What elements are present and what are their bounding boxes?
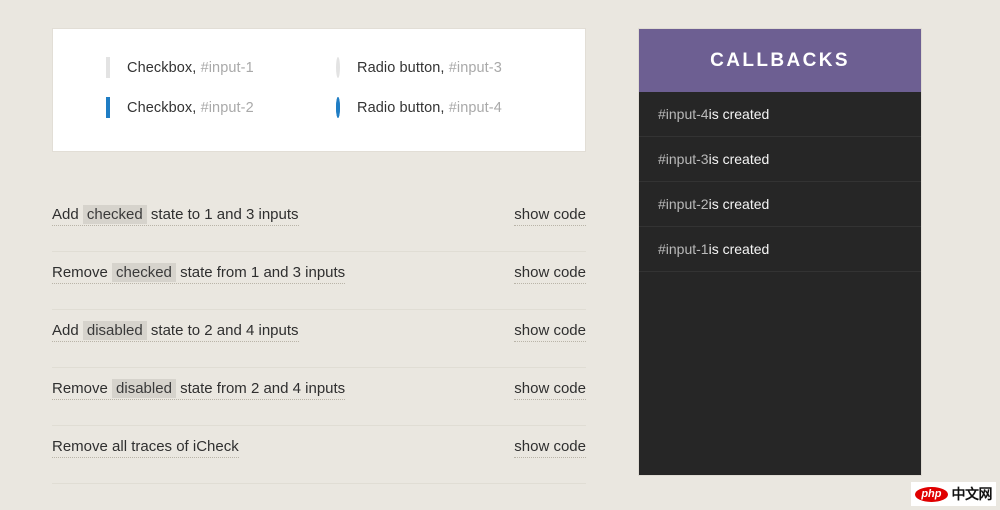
radio-item-input-4[interactable]: Radio button, #input-4	[336, 95, 576, 121]
callback-input-id: #input-1	[658, 241, 709, 257]
inputs-row-1: Checkbox, #input-1 Radio button, #input-…	[106, 55, 585, 81]
callback-message: is created	[708, 151, 770, 167]
action-row: Add disabled state to 2 and 4 inputs sho…	[52, 310, 586, 368]
callback-log-entry: #input-4 is created	[639, 92, 921, 137]
callbacks-list: #input-4 is created #input-3 is created …	[639, 92, 921, 272]
watermark: php 中文网	[911, 482, 996, 506]
radio-unchecked-icon[interactable]	[336, 57, 340, 78]
show-code-link[interactable]: show code	[514, 322, 586, 342]
callbacks-header: CALLBACKS	[639, 29, 921, 92]
watermark-text: 中文网	[951, 486, 993, 502]
inputs-grid: Checkbox, #input-1 Radio button, #input-…	[53, 55, 585, 121]
action-link-remove-all-traces[interactable]: Remove all traces of iCheck	[52, 438, 239, 458]
callback-log-entry: #input-3 is created	[639, 137, 921, 182]
callback-input-id: #input-2	[658, 196, 709, 212]
callback-input-id: #input-4	[658, 106, 709, 122]
checkbox-unchecked-icon[interactable]	[106, 57, 110, 78]
show-code-link[interactable]: show code	[514, 206, 586, 226]
inputs-row-2: Checkbox, #input-2 Radio button, #input-…	[106, 95, 585, 121]
show-code-link[interactable]: show code	[514, 380, 586, 400]
callback-message: is created	[708, 241, 770, 257]
checkbox-label-input-1: Checkbox, #input-1	[127, 60, 254, 76]
callback-message: is created	[708, 196, 770, 212]
action-list: Add checked state to 1 and 3 inputs show…	[52, 194, 586, 484]
action-link-remove-checked[interactable]: Remove checked state from 1 and 3 inputs	[52, 263, 346, 284]
action-link-remove-disabled[interactable]: Remove disabled state from 2 and 4 input…	[52, 379, 346, 400]
callbacks-title: CALLBACKS	[710, 49, 850, 71]
show-code-link[interactable]: show code	[514, 264, 586, 284]
checkbox-label-input-2: Checkbox, #input-2	[127, 100, 254, 116]
callback-message: is created	[708, 106, 770, 122]
action-row: Remove disabled state from 2 and 4 input…	[52, 368, 586, 426]
checkbox-checked-icon[interactable]	[106, 97, 110, 118]
radio-label-input-4: Radio button, #input-4	[357, 100, 502, 116]
callbacks-panel: CALLBACKS #input-4 is created #input-3 i…	[638, 28, 922, 476]
action-row: Remove checked state from 1 and 3 inputs…	[52, 252, 586, 310]
callback-log-entry: #input-2 is created	[639, 182, 921, 227]
checkbox-item-input-2[interactable]: Checkbox, #input-2	[106, 95, 336, 121]
action-link-add-disabled[interactable]: Add disabled state to 2 and 4 inputs	[52, 321, 299, 342]
page-root: Checkbox, #input-1 Radio button, #input-…	[0, 0, 1000, 510]
inputs-demo-card: Checkbox, #input-1 Radio button, #input-…	[52, 28, 586, 152]
callback-input-id: #input-3	[658, 151, 709, 167]
checkbox-item-input-1[interactable]: Checkbox, #input-1	[106, 55, 336, 81]
callback-log-entry: #input-1 is created	[639, 227, 921, 272]
demo-card-wrapper: Checkbox, #input-1 Radio button, #input-…	[52, 28, 586, 152]
show-code-link[interactable]: show code	[514, 438, 586, 458]
action-row: Remove all traces of iCheck show code	[52, 426, 586, 484]
radio-label-input-3: Radio button, #input-3	[357, 60, 502, 76]
radio-item-input-3[interactable]: Radio button, #input-3	[336, 55, 576, 81]
action-row: Add checked state to 1 and 3 inputs show…	[52, 194, 586, 252]
php-logo-icon: php	[915, 486, 948, 502]
action-link-add-checked[interactable]: Add checked state to 1 and 3 inputs	[52, 205, 299, 226]
radio-checked-icon[interactable]	[336, 97, 340, 118]
